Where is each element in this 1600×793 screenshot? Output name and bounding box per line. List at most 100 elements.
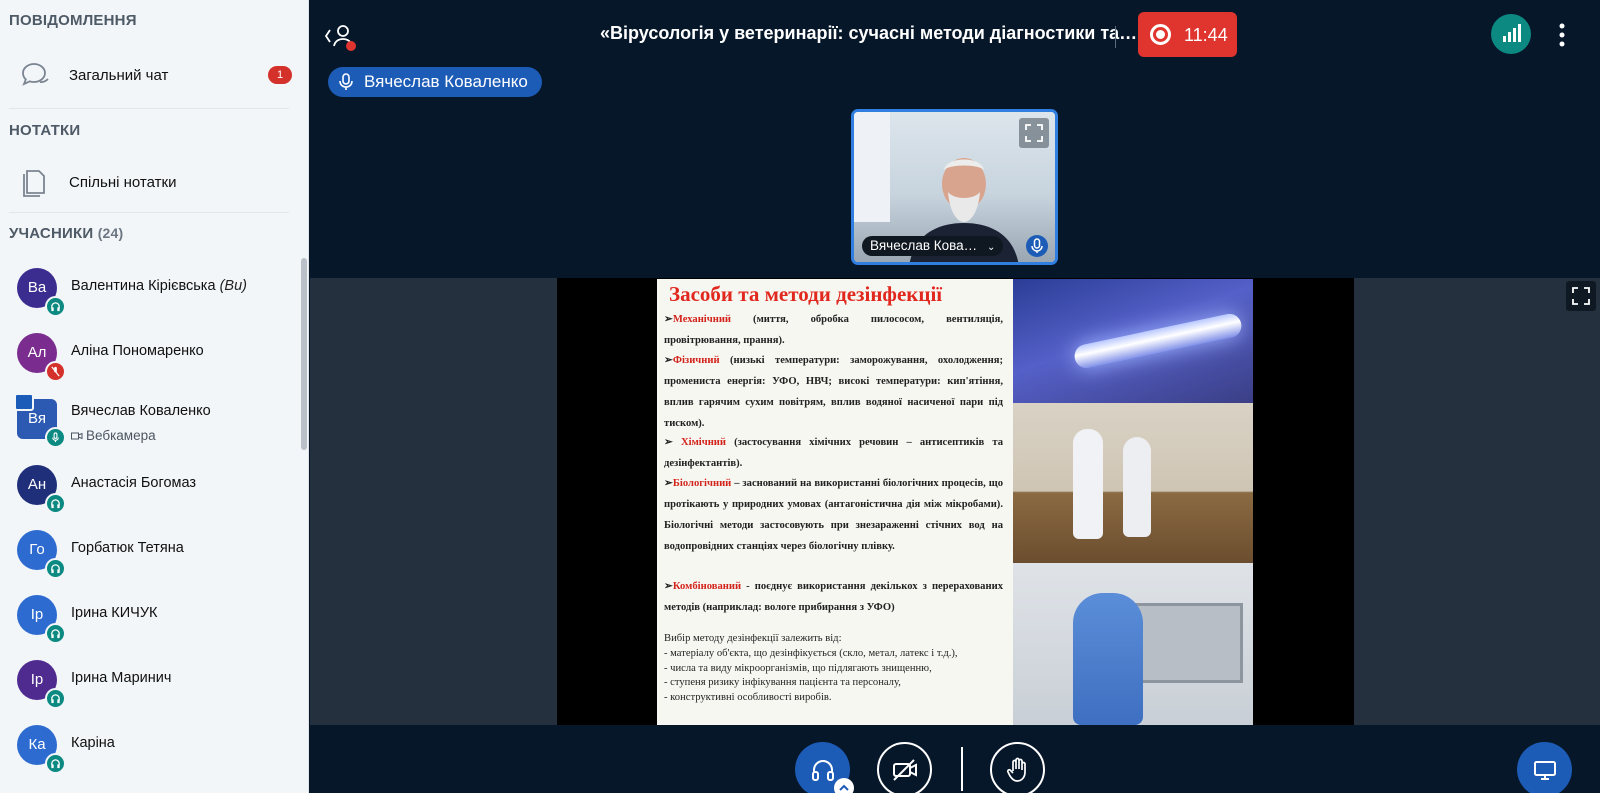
share-webcam-button[interactable] — [877, 742, 932, 793]
participant-name: Горбатюк Тетяна — [71, 540, 184, 556]
chat-icon — [22, 63, 49, 86]
controls-divider — [961, 747, 963, 791]
participant-item[interactable]: Ір Ірина КИЧУК — [0, 589, 300, 645]
recording-button[interactable]: 11:44 — [1138, 12, 1237, 57]
slide-footnote-line: - матеріалу об'єкта, що дезінфікується (… — [664, 647, 958, 659]
slide-photo-uv-lamp — [1013, 279, 1253, 403]
participant-status: Вебкамера — [71, 428, 156, 443]
participant-item[interactable]: Ал Аліна Пономаренко — [0, 327, 300, 383]
shared-notes-label: Спільні нотатки — [69, 173, 177, 191]
chevron-up-icon — [839, 784, 849, 791]
slide-footnote-line: - ступеня ризику інфікування пацієнта та… — [664, 677, 901, 689]
public-chat-item[interactable]: Загальний чат 1 — [0, 50, 300, 100]
slide-footnote-line: - конструктивні особливості виробів. — [664, 692, 832, 704]
talking-indicator[interactable]: Вячеслав Коваленко — [328, 67, 542, 97]
slide-footnote: Вибір методу дезінфекції залежить від: -… — [664, 632, 1003, 706]
slide-term: Механічний — [672, 314, 732, 325]
participant-name: Аліна Пономаренко — [71, 343, 204, 359]
video-off-icon — [892, 758, 917, 781]
slide-point-physical: ➢Фізичний (низькі температури: заморожув… — [664, 355, 1003, 429]
shared-notes-item[interactable]: Спільні нотатки — [0, 157, 300, 207]
presentation-fullscreen-button[interactable] — [1566, 281, 1596, 311]
chevron-left-user-icon — [324, 25, 356, 51]
participant-name: Валентина Кірієвська (Ви) — [71, 278, 247, 294]
fullscreen-icon — [1025, 124, 1043, 142]
slide-text: (низькі температури: заморожування, охол… — [664, 355, 1003, 429]
presentation-slide[interactable]: Засоби та методи дезінфекції ➢Механічний… — [657, 279, 1253, 725]
participant-item[interactable]: Ва Валентина Кірієвська (Ви) — [0, 262, 300, 318]
webcam-tile[interactable]: Вячеслав Кова… ⌄ — [851, 109, 1058, 265]
participant-name: Ірина КИЧУК — [71, 605, 157, 621]
participant-name-text: Горбатюк Тетяна — [71, 540, 184, 556]
slide-term: Хімічний — [680, 437, 727, 448]
webcam-name-dropdown[interactable]: Вячеслав Кова… ⌄ — [862, 236, 1004, 256]
raise-hand-icon — [1006, 757, 1026, 782]
user-list-sidebar: ПОВІДОМЛЕННЯ Загальний чат 1 НОТАТКИ Спі… — [0, 0, 309, 793]
webcam-name: Вячеслав Кова… — [870, 238, 978, 253]
participant-name-text: Ірина Маринич — [71, 670, 172, 686]
fullscreen-icon — [1572, 287, 1590, 305]
slide-term: Біологічний — [672, 478, 732, 489]
participant-name-text: Каріна — [71, 735, 115, 751]
protective-suit-figure — [1123, 437, 1151, 537]
headphones-icon — [45, 493, 66, 514]
public-chat-label: Загальний чат — [69, 66, 169, 84]
participant-item[interactable]: Ка Каріна — [0, 719, 300, 775]
webcam-mic-indicator — [1026, 235, 1048, 257]
headphones-icon — [45, 558, 66, 579]
messages-section-title: ПОВІДОМЛЕННЯ — [9, 12, 137, 29]
webcam-fullscreen-button[interactable] — [1019, 118, 1049, 148]
microphone-icon — [45, 427, 66, 448]
headphones-icon — [45, 688, 66, 709]
participant-name: Каріна — [71, 735, 115, 751]
participant-name-text: Вячеслав Коваленко — [71, 403, 211, 419]
divider — [9, 108, 289, 109]
microphone-icon — [1031, 238, 1043, 253]
protective-gown-figure — [1073, 593, 1143, 725]
presenter-icon — [14, 393, 34, 411]
participant-item[interactable]: Вя Вячеслав Коваленко Вебкамера — [0, 393, 300, 449]
kebab-menu-icon — [1559, 23, 1565, 47]
slide-footnote-line: Вибір методу дезінфекції залежить від: — [664, 633, 842, 644]
headphones-icon — [811, 759, 834, 781]
connection-status-button[interactable] — [1491, 14, 1531, 54]
slide-point-chemical: ➢ Хімічний (застосування хімічних речови… — [664, 437, 1003, 469]
webcam-background-window — [854, 112, 890, 222]
participant-name: Анастасія Богомаз — [71, 475, 196, 491]
recording-time: 11:44 — [1184, 25, 1228, 45]
microphone-icon — [339, 73, 353, 90]
participant-item[interactable]: Го Горбатюк Тетяна — [0, 524, 300, 580]
audio-options-button[interactable] — [834, 778, 854, 793]
participant-name: Ірина Маринич — [71, 670, 171, 686]
notes-icon — [23, 170, 45, 197]
participants-section-title: УЧАСНИКИ (24) — [9, 225, 123, 242]
unread-badge: 1 — [268, 66, 292, 84]
slide-photo-sterilizer — [1013, 563, 1253, 725]
participant-name-text: Валентина Кірієвська — [71, 278, 216, 294]
slide-point-mechanical: ➢Механічний (миття, обробка пилососом, в… — [664, 314, 1003, 346]
raise-hand-button[interactable] — [990, 742, 1045, 793]
share-screen-button[interactable] — [1517, 742, 1572, 793]
signal-bars-icon — [1503, 24, 1521, 42]
participant-name-text: Анастасія Богомаз — [71, 475, 197, 491]
sidebar-scrollbar[interactable] — [301, 258, 307, 450]
participant-status-text: Вебкамера — [86, 428, 156, 443]
toggle-user-list-button[interactable] — [324, 22, 364, 52]
notes-section-title: НОТАТКИ — [9, 122, 81, 139]
microphone-muted-icon — [45, 361, 66, 382]
slide-title: Засоби та методи дезінфекції — [669, 282, 943, 306]
screen-share-icon — [1533, 760, 1556, 780]
protective-suit-figure — [1073, 429, 1103, 539]
divider — [9, 212, 289, 213]
participants-count: (24) — [97, 225, 124, 241]
participant-name: Вячеслав Коваленко — [71, 403, 211, 419]
participant-name-text: Аліна Пономаренко — [71, 343, 204, 359]
slide-footnote-line: - числа та виду мікроорганізмів, що підл… — [664, 662, 932, 674]
meeting-title: «Вірусологія у ветеринарії: сучасні мето… — [600, 23, 1138, 43]
uv-lamp-shape — [1072, 311, 1244, 371]
participant-item[interactable]: Ан Анастасія Богомаз — [0, 459, 300, 515]
participant-item[interactable]: Ір Ірина Маринич — [0, 654, 300, 710]
participant-name-text: Ірина КИЧУК — [71, 605, 158, 621]
options-menu-button[interactable] — [1556, 22, 1568, 48]
headphones-icon — [45, 623, 66, 644]
